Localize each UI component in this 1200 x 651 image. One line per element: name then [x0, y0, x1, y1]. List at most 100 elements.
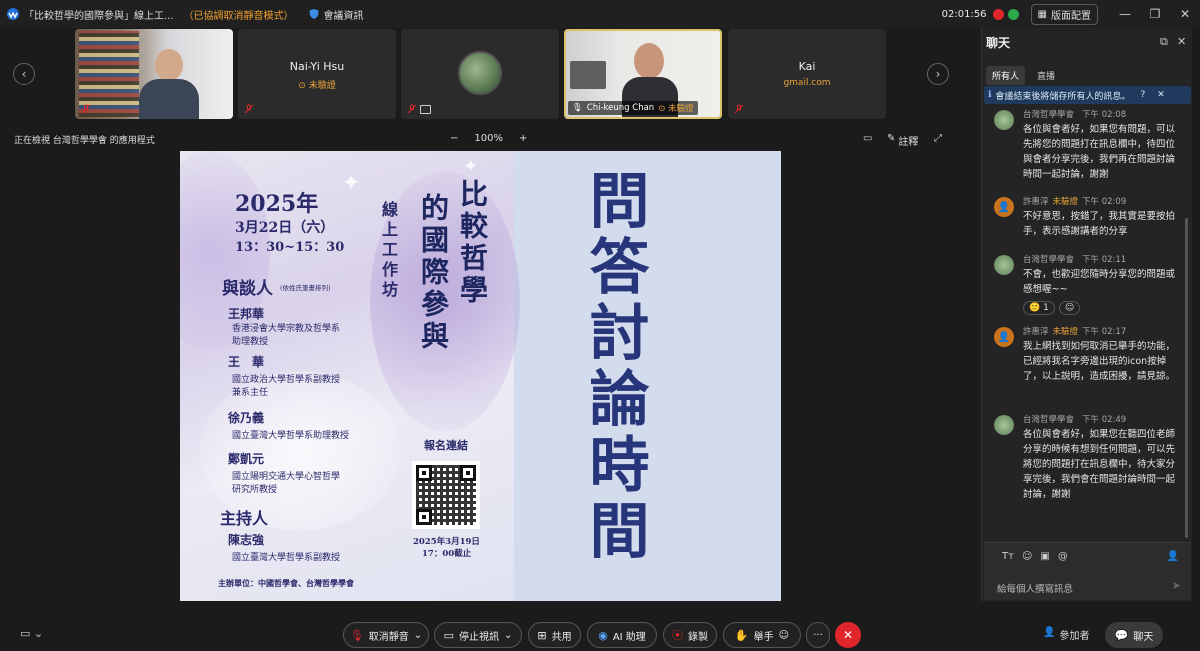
- tab-live[interactable]: 直播: [1031, 66, 1061, 85]
- shared-slide: ✦ ✦ 2025年 3月22日（六） 13：30~15：30 線上工作坊 比較哲…: [180, 151, 781, 601]
- minimize-button[interactable]: —: [1110, 0, 1140, 28]
- strip-prev-button[interactable]: ‹: [13, 63, 35, 85]
- notice-text: 會議結束後將儲存所有人的訊息。: [995, 91, 1131, 102]
- mention-icon[interactable]: @: [1058, 551, 1068, 562]
- mic-on-icon: 🎙: [572, 103, 583, 113]
- mic-off-icon: [734, 104, 744, 114]
- panel-note: (依姓氏筆畫排列): [280, 284, 331, 292]
- message-text: 我上網找到如何取消已舉手的功能，已經將我名字旁邊出現的icon按掉了，以上說明，…: [1023, 341, 1176, 382]
- more-label: ···: [813, 629, 823, 641]
- reactions-icon[interactable]: ☺: [779, 630, 789, 641]
- shield-icon[interactable]: [308, 8, 320, 20]
- strip-next-button[interactable]: ›: [927, 63, 949, 85]
- poster-year: 2025年: [235, 191, 319, 217]
- leave-meeting-button[interactable]: ✕: [835, 622, 861, 648]
- register-label: 報名連結: [424, 439, 468, 452]
- unmute-button[interactable]: 🎙 取消靜音 ⌄: [343, 622, 429, 648]
- speaker-title: 國立政治大學哲學系副教授: [232, 375, 341, 385]
- pen-icon: ✎: [887, 133, 896, 144]
- send-icon[interactable]: ➤: [1172, 579, 1181, 592]
- record-label: 錄製: [688, 631, 708, 643]
- chat-label: 聊天: [1133, 631, 1154, 643]
- avatar: [994, 415, 1014, 435]
- mic-off-icon: [407, 104, 417, 114]
- speaker-name: 王邦華: [228, 307, 265, 321]
- message-meta: 台灣哲學學會 下午 02:08: [1023, 110, 1127, 120]
- chevron-down-icon[interactable]: ⌄: [504, 630, 512, 641]
- ai-assistant-button[interactable]: ◉ AI 助理: [587, 622, 657, 648]
- speaker-title: 香港浸會大學宗教及哲學系: [232, 324, 341, 334]
- participant-tile[interactable]: [75, 29, 233, 119]
- speaker-name-label: 🎙 Chi-keung Chan ⊙ 未驗證: [568, 101, 698, 115]
- connection-indicator-icon: [1007, 8, 1019, 20]
- person-icon[interactable]: 👤: [1167, 551, 1179, 562]
- chevron-down-icon[interactable]: ⌄: [414, 630, 422, 641]
- stop-video-button[interactable]: ▭ 停止視訊 ⌄: [434, 622, 522, 648]
- close-window-button[interactable]: ✕: [1170, 0, 1200, 28]
- raise-hand-button[interactable]: ✋ 舉手 ☺: [723, 622, 801, 648]
- record-indicator-icon: [992, 8, 1004, 20]
- message-text: 不好意思，按錯了，我其實是要按拍手，表示感謝講者的分享: [1023, 211, 1176, 237]
- chat-button[interactable]: 💬 聊天: [1105, 622, 1163, 648]
- chat-scrollbar[interactable]: [1185, 218, 1188, 538]
- avatar: [458, 51, 502, 95]
- tab-everyone[interactable]: 所有人: [986, 66, 1026, 85]
- webex-logo-icon: [6, 7, 20, 21]
- layout-button[interactable]: ▦ 版面配置: [1030, 3, 1098, 25]
- expand-icon[interactable]: ⤢: [934, 133, 942, 144]
- smile-reaction[interactable]: 🙂 1: [1023, 301, 1055, 315]
- popout-icon[interactable]: ⧉: [1160, 35, 1168, 49]
- participant-tile[interactable]: Kai gmail.com: [728, 29, 886, 119]
- dismiss-notice-icon[interactable]: ✕: [1157, 90, 1165, 100]
- sharing-status: 正在檢視 台灣哲學學會 的應用程式: [14, 136, 155, 146]
- annotate-button[interactable]: ✎ 註釋: [887, 133, 918, 148]
- active-speaker-tile[interactable]: 🎙 Chi-keung Chan ⊙ 未驗證: [564, 29, 722, 119]
- qr-code: [412, 461, 480, 529]
- zoom-level: 100%: [474, 133, 503, 144]
- zoom-controls: − 100% +: [450, 133, 527, 144]
- gif-icon[interactable]: ▣: [1040, 551, 1049, 562]
- annotate-label: 註釋: [898, 137, 919, 148]
- zoom-in-button[interactable]: +: [519, 133, 527, 144]
- participants-label: 參加者: [1059, 631, 1090, 642]
- restore-button[interactable]: ❐: [1140, 0, 1170, 28]
- deadline-time: 17：00截止: [422, 549, 472, 559]
- more-button[interactable]: ···: [806, 622, 830, 648]
- printer: [570, 61, 606, 89]
- unmute-label: 取消靜音: [368, 631, 409, 643]
- message-text: 各位與會者好，如果您有問題，可以先將您的問題打在訊息欄中，待四位與會者分享完後，…: [1023, 124, 1176, 180]
- speaker-title: 兼系主任: [232, 388, 269, 398]
- layout-label: 版面配置: [1051, 10, 1091, 22]
- participants-button[interactable]: 👤 參加者: [1043, 627, 1089, 642]
- title-bar: 「比較哲學的國際參與」線上工... （已協調取消靜音模式） 會議資訊 02:01…: [0, 0, 1200, 28]
- screen-share-icon: [420, 105, 431, 114]
- screen-icon[interactable]: ▭: [863, 133, 872, 144]
- share-button[interactable]: ⊞ 共用: [528, 622, 581, 648]
- qa-session-heading: 問答討論時間: [579, 169, 649, 565]
- participant-tile[interactable]: Nai-Yi Hsu ⊙ 未驗證: [238, 29, 396, 119]
- speaker-name: 徐乃義: [228, 411, 265, 425]
- captions-icon[interactable]: ▭ ⌄: [20, 627, 43, 640]
- participant-tile[interactable]: [401, 29, 559, 119]
- message-input[interactable]: 給每個人撰寫訊息: [997, 581, 1073, 595]
- zoom-out-button[interactable]: −: [450, 133, 458, 144]
- help-icon[interactable]: ?: [1140, 90, 1145, 100]
- record-button[interactable]: ⦿ 錄製: [663, 622, 717, 648]
- emoji-icon[interactable]: ☺: [1022, 551, 1032, 562]
- close-chat-icon[interactable]: ✕: [1177, 35, 1186, 48]
- add-reaction-icon[interactable]: ☺: [1058, 301, 1081, 315]
- meeting-info-link[interactable]: 會議資訊: [324, 7, 364, 22]
- format-icon[interactable]: Tт: [1002, 551, 1014, 562]
- speaker-name: 王 華: [228, 355, 265, 369]
- camera-icon: ▭: [443, 628, 454, 642]
- message-meta: 許惠淳 未驗證 下午 02:17: [1023, 327, 1127, 337]
- chat-tabs: 所有人 直播: [986, 66, 1061, 85]
- composer-tools: Tт ☺ ▣ @: [1002, 551, 1068, 562]
- share-icon: ⊞: [537, 628, 547, 642]
- person-head: [155, 49, 183, 81]
- window-title: 「比較哲學的國際參與」線上工...: [24, 10, 174, 22]
- message-text: 不會，也歡迎您隨時分享您的問題或感想喔~~: [1023, 269, 1176, 295]
- chat-title: 聊天: [986, 36, 1011, 50]
- poster-title-col2: 的國際參與: [417, 193, 450, 353]
- host-name: 陳志強: [228, 533, 265, 547]
